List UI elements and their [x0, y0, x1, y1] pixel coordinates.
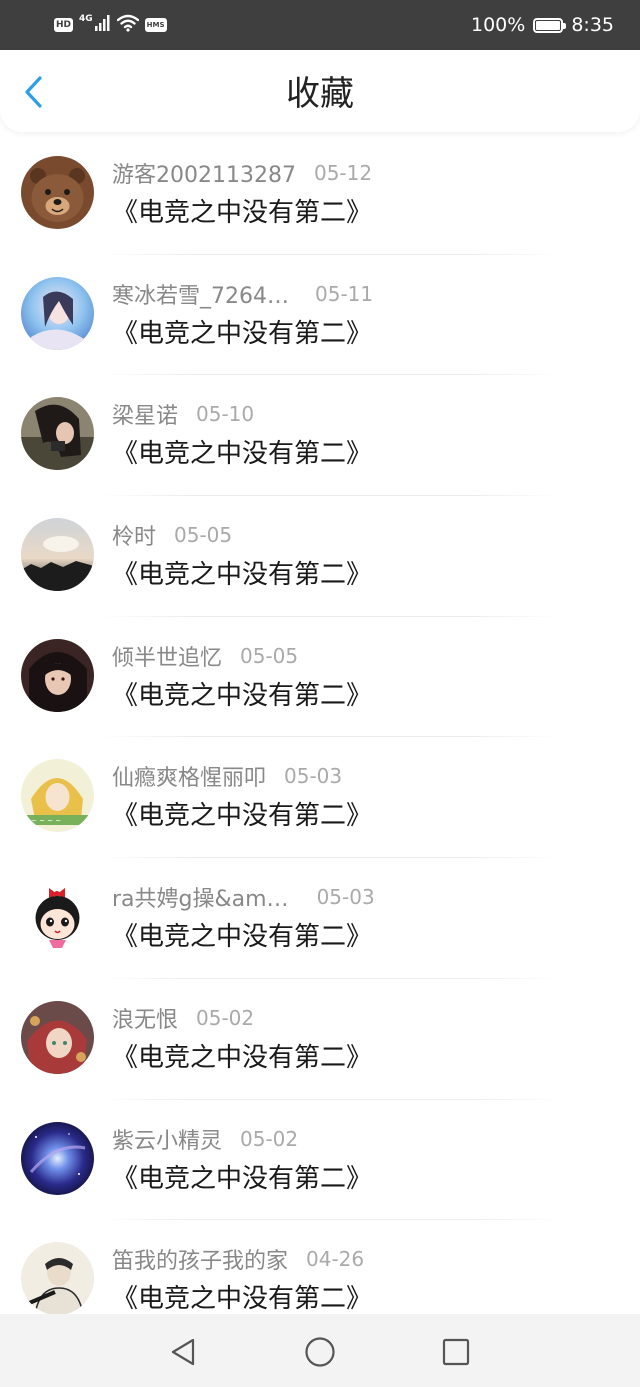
favorites-screen: HD 4G HMS 100% 8:35 收藏 游客2002113287 05-1…: [0, 0, 640, 1387]
list-item[interactable]: 柃时 05-05 《电竞之中没有第二》: [0, 496, 640, 617]
battery-icon: [533, 17, 567, 33]
blue-girl-avatar-icon: [21, 276, 94, 350]
avatar[interactable]: [21, 276, 94, 350]
favorite-date: 05-11: [315, 281, 374, 306]
article-title[interactable]: 《电竞之中没有第二》: [112, 1041, 372, 1075]
sky-avatar-icon: [21, 518, 94, 592]
favorite-date: 05-02: [196, 1005, 255, 1030]
list-item[interactable]: ~ ~ ~ ~ 仙瘾爽格惺丽叩 05-03 《电竞之中没有第二》: [0, 737, 640, 859]
user-name[interactable]: 寒冰若雪_7264…: [112, 278, 289, 310]
nav-recents-button[interactable]: [436, 1332, 476, 1372]
user-name[interactable]: 浪无恨: [112, 1002, 178, 1034]
clock-time: 8:35: [571, 14, 614, 36]
square-recents-icon: [442, 1338, 470, 1366]
red-hair-avatar-icon: [21, 1000, 94, 1074]
yellow-girl-avatar-icon: ~ ~ ~ ~: [21, 759, 94, 833]
article-title[interactable]: 《电竞之中没有第二》: [112, 920, 372, 954]
article-title[interactable]: 《电竞之中没有第二》: [112, 679, 372, 713]
status-right: 100% 8:35: [471, 12, 614, 38]
list-item[interactable]: 梁星诺 05-10 《电竞之中没有第二》: [0, 375, 640, 497]
favorite-date: 05-02: [240, 1126, 299, 1151]
avatar[interactable]: [21, 518, 94, 592]
list-item[interactable]: 笛我的孩子我的家 04-26 《电竞之中没有第二》: [0, 1220, 640, 1314]
item-meta: 浪无恨 05-02: [112, 1003, 254, 1033]
wifi-icon: [116, 14, 139, 36]
favorite-date: 05-05: [240, 643, 299, 668]
avatar[interactable]: [21, 397, 94, 471]
list-item[interactable]: 寒冰若雪_7264… 05-11 《电竞之中没有第二》: [0, 255, 640, 376]
status-left-icons: HD 4G HMS: [54, 14, 167, 36]
bear-avatar-icon: [21, 156, 94, 229]
dark-girl-avatar-icon: [21, 397, 94, 471]
favorite-date: 05-12: [313, 161, 373, 185]
favorite-date: 04-26: [306, 1247, 365, 1272]
nav-home-button[interactable]: [300, 1332, 340, 1372]
avatar[interactable]: [21, 156, 94, 229]
user-name[interactable]: 倾半世追忆: [112, 640, 222, 672]
article-title[interactable]: 《电竞之中没有第二》: [112, 317, 372, 351]
avatar[interactable]: [21, 1121, 94, 1195]
user-name[interactable]: 游客2002113287: [112, 157, 296, 189]
favorite-date: 05-10: [196, 402, 255, 427]
avatar[interactable]: [21, 1242, 94, 1314]
triangle-back-icon: [171, 1338, 195, 1366]
favorite-date: 05-03: [316, 885, 375, 910]
battery-percent: 100%: [471, 14, 526, 36]
item-meta: 笛我的孩子我的家 04-26: [112, 1244, 364, 1274]
sketch-avatar-icon: [21, 1242, 94, 1314]
article-title[interactable]: 《电竞之中没有第二》: [112, 196, 372, 230]
status-bar: HD 4G HMS 100% 8:35: [0, 0, 640, 50]
hms-icon: HMS: [144, 18, 167, 32]
user-name[interactable]: 笛我的孩子我的家: [112, 1243, 288, 1275]
favorite-date: 05-03: [284, 764, 343, 789]
user-name[interactable]: 仙瘾爽格惺丽叩: [112, 760, 266, 792]
cartoon-girl-avatar-icon: [21, 880, 94, 954]
article-title[interactable]: 《电竞之中没有第二》: [112, 558, 372, 592]
list-item[interactable]: 紫云小精灵 05-02 《电竞之中没有第二》: [0, 1100, 640, 1221]
item-meta: 游客2002113287 05-12: [112, 158, 372, 188]
avatar[interactable]: [21, 880, 94, 954]
item-meta: 梁星诺 05-10: [112, 399, 254, 429]
avatar[interactable]: [21, 638, 94, 712]
favorites-list: 游客2002113287 05-12 《电竞之中没有第二》 寒冰若雪_7264……: [0, 134, 640, 1314]
nav-back-button[interactable]: [163, 1332, 203, 1372]
list-item[interactable]: 浪无恨 05-02 《电竞之中没有第二》: [0, 979, 640, 1100]
hd-icon: HD: [54, 18, 74, 32]
galaxy-avatar-icon: [21, 1121, 94, 1195]
list-item[interactable]: 游客2002113287 05-12 《电竞之中没有第二》: [0, 134, 640, 255]
item-meta: 紫云小精灵 05-02: [112, 1124, 298, 1154]
list-item[interactable]: 倾半世追忆 05-05 《电竞之中没有第二》: [0, 617, 640, 738]
user-name[interactable]: 柃时: [112, 519, 156, 551]
article-title[interactable]: 《电竞之中没有第二》: [112, 1282, 372, 1314]
article-title[interactable]: 《电竞之中没有第二》: [112, 799, 372, 833]
item-meta: 仙瘾爽格惺丽叩 05-03: [112, 761, 342, 791]
item-meta: ra共娉g操&am… 05-03: [112, 882, 375, 912]
item-meta: 柃时 05-05: [112, 520, 232, 550]
user-name[interactable]: 梁星诺: [112, 398, 178, 430]
app-header: 收藏: [0, 50, 640, 132]
article-title[interactable]: 《电竞之中没有第二》: [112, 437, 372, 471]
anime-boy-avatar-icon: [21, 638, 94, 712]
favorite-date: 05-05: [174, 523, 233, 548]
avatar[interactable]: [21, 1000, 94, 1074]
user-name[interactable]: 紫云小精灵: [112, 1123, 222, 1155]
article-title[interactable]: 《电竞之中没有第二》: [112, 1162, 372, 1196]
item-meta: 倾半世追忆 05-05: [112, 641, 298, 671]
system-nav-bar: [0, 1314, 640, 1387]
avatar[interactable]: ~ ~ ~ ~: [21, 759, 94, 833]
svg-text:~ ~ ~ ~: ~ ~ ~ ~: [31, 817, 61, 825]
list-item[interactable]: ra共娉g操&am… 05-03 《电竞之中没有第二》: [0, 858, 640, 979]
user-name[interactable]: ra共娉g操&am…: [112, 881, 289, 913]
page-title: 收藏: [286, 74, 354, 114]
network-type-label: 4G: [79, 14, 93, 24]
circle-home-icon: [305, 1337, 335, 1367]
signal-icon: [94, 15, 111, 35]
item-meta: 寒冰若雪_7264… 05-11: [112, 279, 373, 309]
